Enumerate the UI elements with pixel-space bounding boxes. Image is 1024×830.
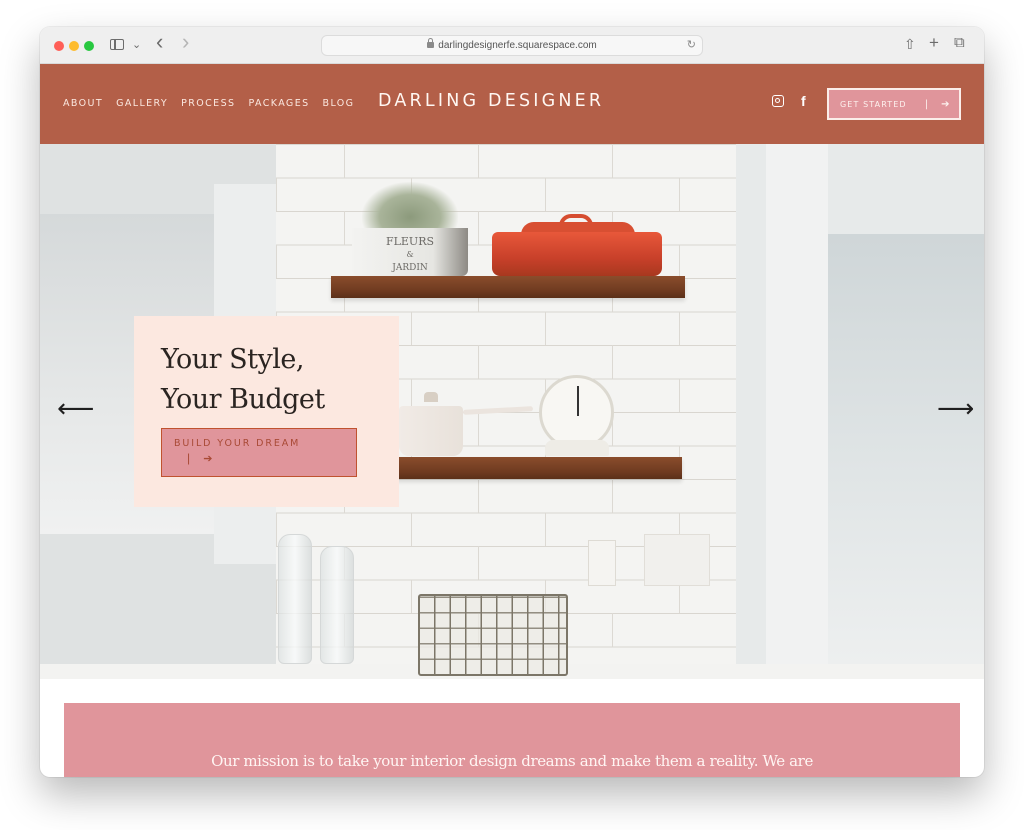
hero-title-line-1: Your Style, (161, 344, 304, 375)
site-logo[interactable]: DARLING DESIGNER (378, 91, 604, 111)
saucepan (399, 406, 463, 456)
plus-icon[interactable]: + (929, 34, 939, 51)
planter-text: JARDIN (392, 263, 428, 273)
facebook-icon[interactable]: f (801, 93, 806, 109)
build-your-dream-button[interactable]: BUILD YOUR DREAM | ➔ (161, 428, 357, 477)
divider: | (187, 451, 191, 465)
wire-basket (418, 594, 568, 676)
hero-title-line-2: Your Budget (161, 384, 325, 415)
back-icon[interactable]: ‹ (156, 31, 163, 53)
instagram-icon[interactable] (772, 95, 784, 107)
browser-toolbar: ⌄ ‹ › darlingdesignerfe.squarespace.com … (40, 27, 984, 64)
window-frame (766, 144, 828, 679)
glass-bottle (320, 546, 354, 664)
share-icon[interactable]: ⇧ (904, 37, 916, 51)
kitchen-scale (539, 375, 614, 450)
reload-icon[interactable]: ↻ (687, 36, 696, 55)
planter-text: & (406, 250, 414, 259)
site-header: ABOUT GALLERY PROCESS PACKAGES BLOG DARL… (40, 64, 984, 144)
hero-slideshow: FLEURS & JARDIN ⟵ ⟶ Your Style, Your Bud… (40, 144, 984, 679)
url-text: darlingdesignerfe.squarespace.com (438, 40, 597, 51)
wood-shelf-top (331, 276, 685, 298)
sidebar-icon[interactable] (110, 39, 124, 50)
browser-window: ⌄ ‹ › darlingdesignerfe.squarespace.com … (40, 27, 984, 777)
pot-knob (424, 392, 438, 402)
mission-text: Our mission is to take your interior des… (211, 752, 813, 770)
hero-card: Your Style, Your Budget BUILD YOUR DREAM… (134, 316, 399, 507)
planter: FLEURS & JARDIN (352, 228, 468, 276)
nav-about[interactable]: ABOUT (63, 98, 103, 109)
divider: | (924, 98, 930, 110)
red-baking-dish (492, 232, 662, 276)
maximize-window-button[interactable] (84, 41, 94, 51)
kitchen-scale-base (545, 440, 609, 456)
forward-icon[interactable]: › (182, 31, 189, 53)
get-started-button[interactable]: GET STARTED | ➔ (827, 88, 961, 120)
nav-process[interactable]: PROCESS (181, 98, 235, 109)
hero-title: Your Style, Your Budget (161, 340, 391, 420)
previous-slide-arrow-icon[interactable]: ⟵ (57, 396, 94, 422)
chevron-down-icon[interactable]: ⌄ (132, 38, 141, 52)
tile-row (276, 144, 736, 178)
close-window-button[interactable] (54, 41, 64, 51)
next-slide-arrow-icon[interactable]: ⟶ (937, 396, 974, 422)
tile-row (276, 177, 736, 211)
cta-arrow-row: | ➔ (174, 451, 356, 465)
mission-section: Our mission is to take your interior des… (64, 703, 960, 777)
build-your-dream-label: BUILD YOUR DREAM (174, 438, 301, 449)
light-switch-plate (644, 534, 710, 586)
wood-shelf-middle (396, 457, 682, 479)
planter-text: FLEURS (385, 235, 435, 248)
arrow-right-icon: ➔ (203, 453, 213, 465)
nav-blog[interactable]: BLOG (323, 98, 355, 109)
main-nav: ABOUT GALLERY PROCESS PACKAGES BLOG (63, 98, 354, 109)
arrow-right-icon: ➔ (941, 98, 951, 110)
address-bar[interactable]: darlingdesignerfe.squarespace.com ↻ (321, 35, 703, 56)
tab-overview-icon[interactable]: ⧉ (954, 35, 965, 50)
glass-bottle (278, 534, 312, 664)
get-started-label: GET STARTED (840, 99, 907, 109)
nav-packages[interactable]: PACKAGES (248, 98, 309, 109)
window-pane (828, 234, 984, 679)
plant (362, 182, 458, 232)
minimize-window-button[interactable] (69, 41, 79, 51)
wall-outlet (588, 540, 616, 586)
nav-gallery[interactable]: GALLERY (116, 98, 168, 109)
lock-icon (427, 38, 435, 48)
